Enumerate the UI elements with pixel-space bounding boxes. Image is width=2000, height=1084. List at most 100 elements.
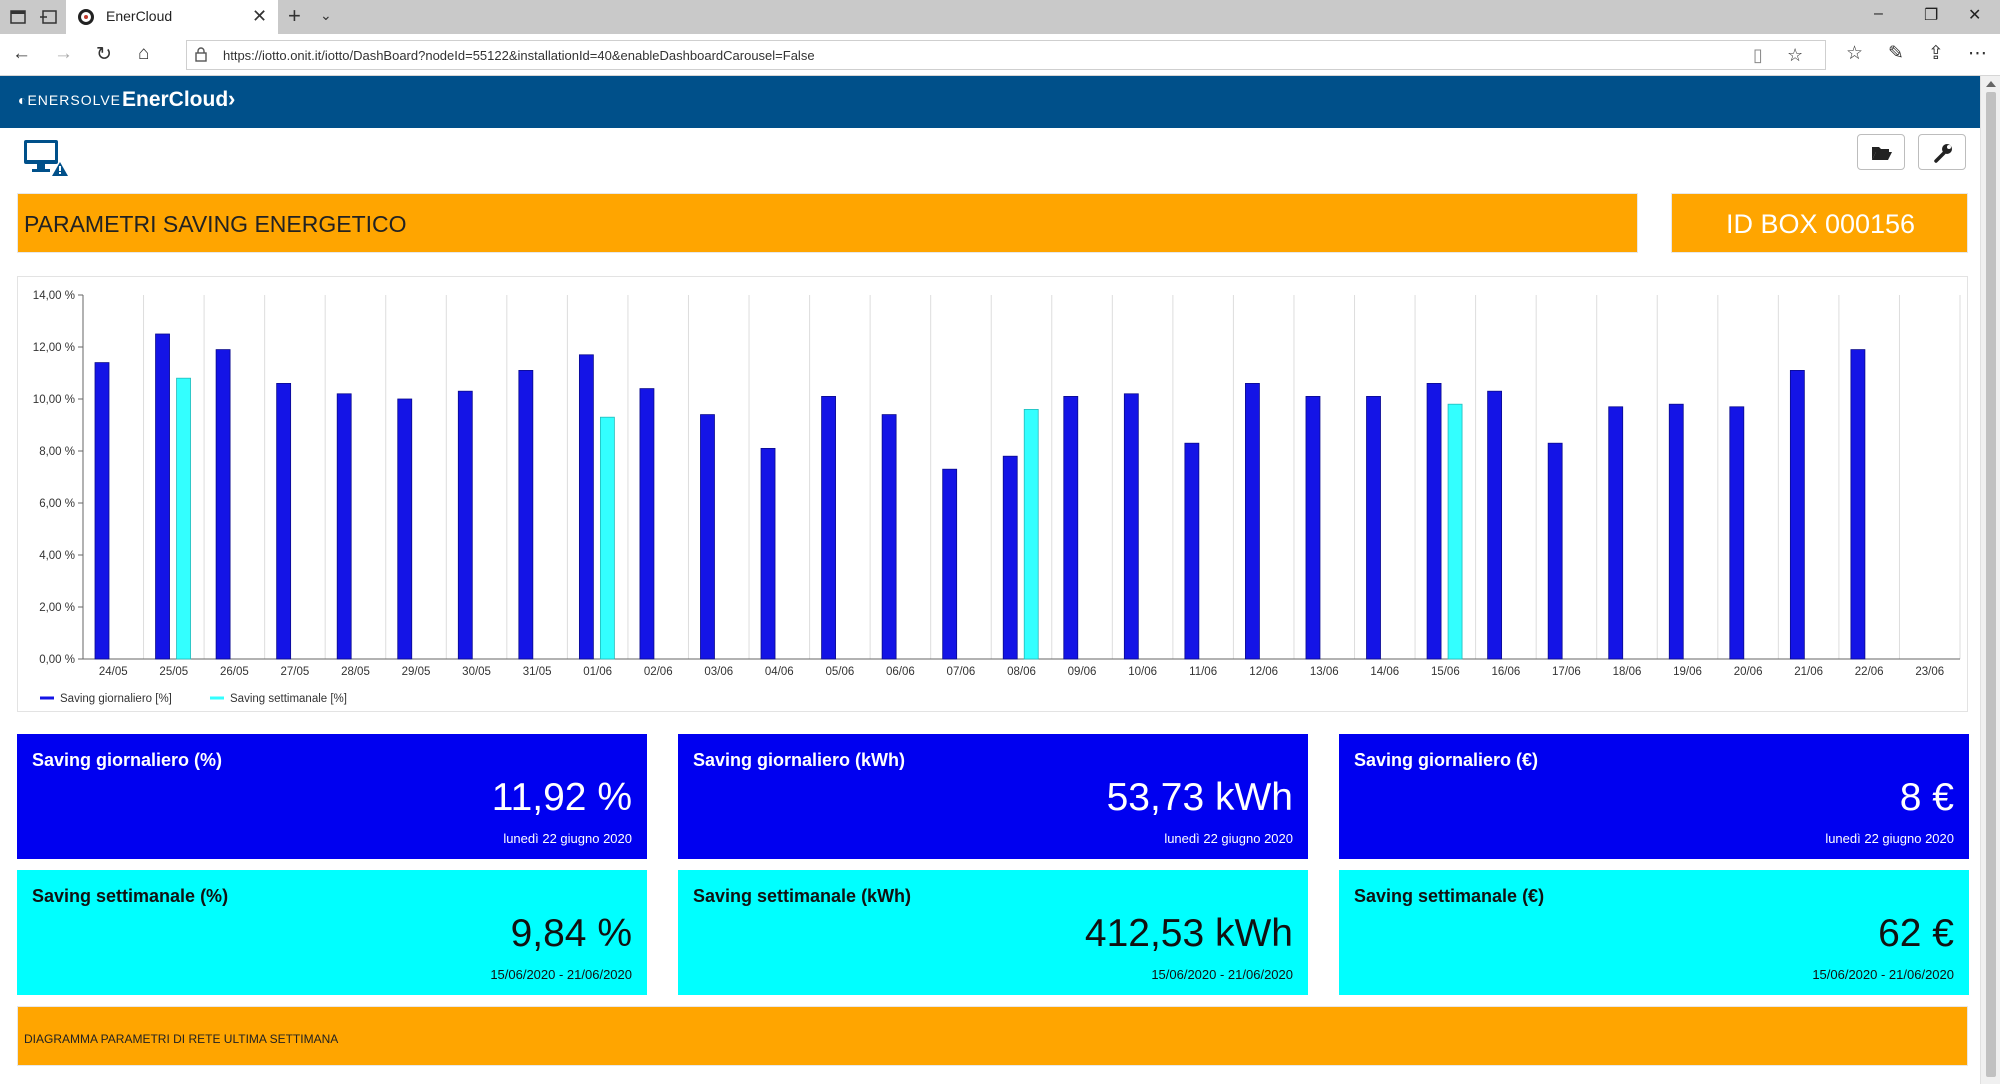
tab-list-chevron-icon[interactable]: ⌄ [320, 7, 332, 24]
forward-arrow-icon[interactable]: → [54, 43, 73, 65]
app-brand-name[interactable]: EnerCloud [122, 88, 228, 112]
card-title: Saving settimanale (kWh) [693, 886, 912, 906]
bar-weekly-saving [1023, 408, 1039, 660]
bar-weekly-saving [176, 377, 191, 660]
window-close-button[interactable]: ✕ [1968, 5, 1981, 25]
bar-daily-saving [276, 383, 292, 660]
card-daily-percent: Saving giornaliero (%) 11,92 % lunedì 22… [17, 734, 647, 859]
grid-params-section-bar[interactable]: DIAGRAMMA PARAMETRI DI RETE ULTIMA SETTI… [17, 1006, 1968, 1066]
share-icon[interactable]: ⇪ [1928, 42, 1944, 65]
chart-x-tick-label: 26/05 [220, 666, 249, 678]
bar-weekly-saving [1447, 403, 1463, 660]
folder-open-icon [1872, 147, 1892, 160]
bar-daily-saving [821, 396, 836, 660]
chart-x-tick-label: 14/06 [1370, 666, 1399, 678]
card-value: 11,92 % [491, 776, 632, 819]
bar-daily-saving [457, 390, 473, 660]
chart-x-tick-label: 22/06 [1855, 666, 1884, 678]
bar-daily-saving [155, 333, 170, 660]
bar-daily-saving [94, 362, 110, 660]
chart-x-tick-label: 29/05 [402, 666, 431, 678]
pen-icon[interactable]: ✎ [1888, 42, 1904, 65]
url-text: https://iotto.onit.it/iotto/DashBoard?no… [223, 48, 815, 63]
lock-icon [195, 47, 207, 62]
refresh-icon[interactable]: ↻ [96, 43, 112, 66]
bar-daily-saving [1063, 396, 1079, 660]
card-date: lunedì 22 giugno 2020 [503, 831, 632, 846]
card-date: lunedì 22 giugno 2020 [1825, 831, 1954, 846]
chart-x-tick-label: 16/06 [1491, 666, 1520, 678]
chart-y-tick-label: 4,00 % [39, 550, 75, 562]
enersolve-logo: ◐ENERSOLVE [18, 92, 122, 108]
bar-daily-saving [1366, 396, 1381, 660]
tab-enercloud[interactable]: EnerCloud ✕ [66, 0, 278, 34]
tab-close-icon[interactable]: ✕ [252, 6, 267, 27]
favorite-star-icon[interactable]: ☆ [1787, 45, 1803, 66]
dashboard-toolbar [0, 128, 1980, 186]
card-daily-kwh: Saving giornaliero (kWh) 53,73 kWh luned… [678, 734, 1308, 859]
reading-view-icon[interactable]: ▯ [1753, 45, 1763, 66]
bar-daily-saving [881, 414, 897, 660]
chart-x-tick-label: 17/06 [1552, 666, 1581, 678]
card-weekly-kwh: Saving settimanale (kWh) 412,53 kWh 15/0… [678, 870, 1308, 995]
chart-y-tick-label: 12,00 % [33, 342, 75, 354]
id-box-text: ID BOX 000156 [1725, 209, 1916, 239]
window-restore-button[interactable]: ❐ [1924, 5, 1938, 25]
home-icon[interactable]: ⌂ [138, 43, 149, 65]
scroll-up-arrow-icon[interactable] [1986, 81, 1996, 87]
card-title: Saving settimanale (%) [32, 886, 229, 906]
chart-y-tick-label: 6,00 % [39, 498, 75, 510]
back-arrow-icon[interactable]: ← [12, 43, 31, 65]
chart-x-tick-label: 07/06 [947, 666, 976, 678]
window-minimize-button[interactable]: – [1874, 5, 1883, 23]
section-title: PARAMETRI SAVING ENERGETICO [24, 211, 407, 237]
new-tab-button[interactable]: + [288, 3, 301, 29]
chevron-right-icon[interactable]: › [228, 86, 235, 112]
chart-y-tick-label: 14,00 % [33, 290, 75, 302]
bar-daily-saving [518, 370, 534, 660]
bar-daily-saving [1729, 406, 1745, 660]
bar-daily-saving [1850, 349, 1866, 660]
legend-label: Saving settimanale [%] [230, 693, 347, 705]
set-tabs-aside-icon[interactable] [38, 7, 60, 27]
chart-x-tick-label: 23/06 [1915, 666, 1944, 678]
bar-daily-saving [215, 349, 231, 660]
bar-daily-saving [639, 388, 655, 660]
card-date: 15/06/2020 - 21/06/2020 [490, 967, 632, 982]
chart-x-tick-label: 20/06 [1734, 666, 1763, 678]
chart-x-tick-label: 06/06 [886, 666, 915, 678]
section-title-bar: PARAMETRI SAVING ENERGETICO [17, 193, 1638, 253]
site-favicon-icon [78, 9, 94, 25]
more-menu-icon[interactable]: ⋯ [1968, 42, 1987, 65]
url-field[interactable]: https://iotto.onit.it/iotto/DashBoard?no… [186, 40, 1826, 70]
bar-daily-saving [942, 468, 958, 660]
chart-x-tick-label: 02/06 [644, 666, 673, 678]
bar-daily-saving [1305, 396, 1321, 660]
card-title: Saving giornaliero (%) [32, 750, 223, 770]
chart-x-tick-label: 12/06 [1249, 666, 1278, 678]
chart-x-tick-label: 13/06 [1310, 666, 1339, 678]
settings-wrench-button[interactable] [1918, 134, 1966, 170]
scrollbar-thumb[interactable] [1986, 92, 1996, 1077]
chart-x-tick-label: 24/05 [99, 666, 128, 678]
card-title: Saving giornaliero (€) [1354, 750, 1539, 770]
card-value: 412,53 kWh [1084, 912, 1293, 955]
card-value: 53,73 kWh [1106, 776, 1293, 819]
bar-daily-saving [1668, 403, 1684, 660]
page-scrollbar[interactable] [1980, 76, 2000, 1084]
open-folder-button[interactable] [1857, 134, 1905, 170]
card-value: 62 € [1878, 912, 1954, 955]
bar-daily-saving [1608, 406, 1624, 660]
bar-daily-saving [760, 447, 776, 660]
bar-daily-saving [1426, 383, 1442, 660]
card-date: lunedì 22 giugno 2020 [1164, 831, 1293, 846]
tab-title: EnerCloud [106, 8, 173, 24]
bar-daily-saving [1547, 442, 1563, 660]
favorites-hub-icon[interactable]: ☆ [1846, 42, 1863, 65]
id-box-badge: ID BOX 000156 [1671, 193, 1968, 253]
tab-actions-icon[interactable] [8, 7, 30, 27]
chart-x-tick-label: 30/05 [462, 666, 491, 678]
chart-x-tick-label: 19/06 [1673, 666, 1702, 678]
monitor-warning-icon[interactable] [22, 136, 70, 178]
bar-daily-saving [1245, 383, 1260, 660]
